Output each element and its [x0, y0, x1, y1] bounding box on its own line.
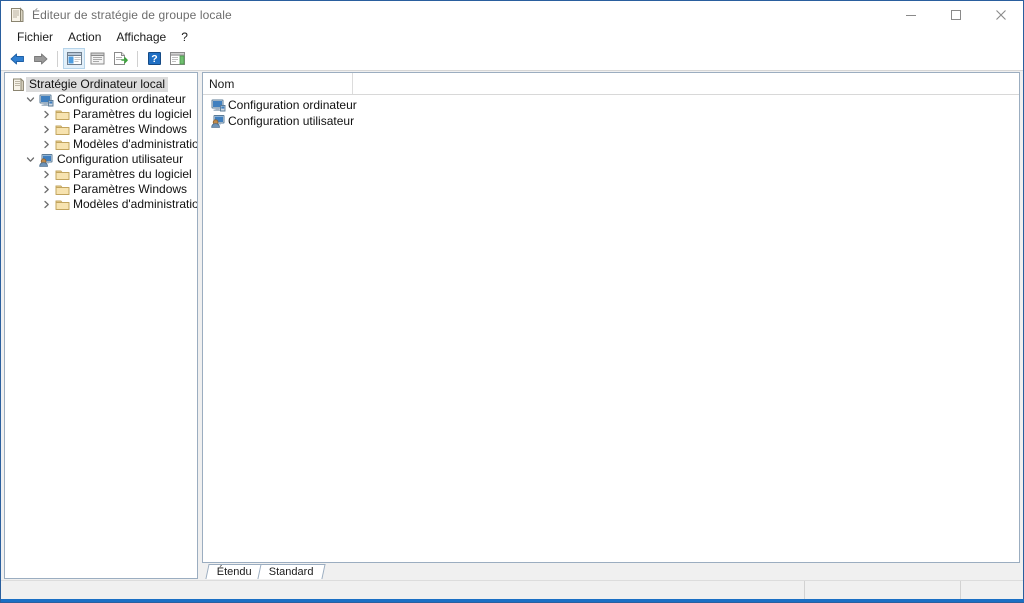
computer-config-icon	[37, 92, 55, 107]
console-tree: Stratégie Ordinateur local Configuration…	[5, 73, 197, 212]
tree-item-label: Configuration utilisateur	[57, 152, 184, 166]
tab-standard[interactable]: Standard	[257, 564, 326, 579]
toolbar-separator	[137, 50, 138, 67]
chevron-right-icon[interactable]	[39, 107, 53, 122]
result-pane: Nom Configuration ordinateur Configurati…	[202, 72, 1020, 579]
tree-item-label: Paramètres Windows	[73, 122, 188, 136]
menu-item-fichier[interactable]: Fichier	[10, 29, 61, 46]
tab-label: Standard	[268, 566, 314, 578]
group-policy-editor-window: Éditeur de stratégie de groupe locale Fi…	[0, 0, 1024, 603]
toolbar-separator	[57, 50, 58, 67]
result-list[interactable]: Nom Configuration ordinateur Configurati…	[202, 72, 1020, 563]
tree-item-label: Paramètres du logiciel	[73, 107, 192, 121]
chevron-right-icon[interactable]	[39, 122, 53, 137]
user-config-icon	[209, 113, 227, 129]
tab-label: Étendu	[216, 566, 252, 578]
tree-item-admin-templates-computer[interactable]: Modèles d'administration	[5, 137, 197, 152]
main-content: Stratégie Ordinateur local Configuration…	[1, 71, 1023, 580]
tree-item-label: Configuration ordinateur	[57, 92, 186, 106]
folder-icon	[53, 137, 71, 152]
list-column-header: Nom	[203, 73, 1019, 95]
toolbar: ?	[1, 47, 1023, 71]
tree-item-computer-configuration[interactable]: Configuration ordinateur	[5, 92, 197, 107]
tree-item-software-settings-user[interactable]: Paramètres du logiciel	[5, 167, 197, 182]
tree-item-label: Stratégie Ordinateur local	[26, 77, 169, 92]
minimize-icon[interactable]	[888, 1, 933, 28]
computer-config-icon	[209, 97, 227, 113]
menu-bar: Fichier Action Affichage ?	[1, 28, 1023, 47]
chevron-right-icon[interactable]	[39, 182, 53, 197]
tree-item-admin-templates-user[interactable]: Modèles d'administration	[5, 197, 197, 212]
desktop-accent-strip	[1, 599, 1024, 602]
caption-button-group	[888, 1, 1023, 28]
folder-icon	[53, 197, 71, 212]
column-header-nom[interactable]: Nom	[203, 73, 353, 94]
title-bar[interactable]: Éditeur de stratégie de groupe locale	[1, 1, 1023, 28]
tree-item-label: Paramètres Windows	[73, 182, 188, 196]
show-hide-tree-icon[interactable]	[63, 48, 85, 69]
tree-item-windows-settings-user[interactable]: Paramètres Windows	[5, 182, 197, 197]
close-icon[interactable]	[978, 1, 1023, 28]
folder-icon	[53, 167, 71, 182]
tree-item-label: Paramètres du logiciel	[73, 167, 192, 181]
tree-item-user-configuration[interactable]: Configuration utilisateur	[5, 152, 197, 167]
help-icon[interactable]: ?	[143, 48, 165, 69]
folder-icon	[53, 182, 71, 197]
policy-document-icon	[9, 6, 25, 23]
list-item-label: Configuration ordinateur	[228, 98, 357, 112]
forward-arrow-icon[interactable]	[29, 48, 51, 69]
chevron-right-icon[interactable]	[39, 137, 53, 152]
folder-icon	[53, 122, 71, 137]
chevron-right-icon[interactable]	[39, 197, 53, 212]
chevron-right-icon[interactable]	[39, 167, 53, 182]
tree-item-label: Modèles d'administration	[73, 137, 198, 151]
menu-item-help[interactable]: ?	[174, 29, 196, 46]
column-header-filler[interactable]	[353, 73, 1019, 94]
list-item[interactable]: Configuration ordinateur	[203, 97, 1019, 113]
properties-icon[interactable]	[86, 48, 108, 69]
list-item-label: Configuration utilisateur	[228, 114, 355, 128]
folder-icon	[53, 107, 71, 122]
view-tabstrip: Étendu Standard	[202, 563, 1020, 579]
chevron-down-icon[interactable]	[23, 152, 37, 167]
tree-item-windows-settings-computer[interactable]: Paramètres Windows	[5, 122, 197, 137]
menu-item-action[interactable]: Action	[61, 29, 109, 46]
tree-item-software-settings-computer[interactable]: Paramètres du logiciel	[5, 107, 197, 122]
tree-item-label: Modèles d'administration	[73, 197, 198, 211]
back-arrow-icon[interactable]	[6, 48, 28, 69]
menu-item-affichage[interactable]: Affichage	[109, 29, 174, 46]
user-config-icon	[37, 152, 55, 167]
show-action-pane-icon[interactable]	[166, 48, 188, 69]
tree-item-local-computer-policy[interactable]: Stratégie Ordinateur local	[5, 77, 197, 92]
tab-etendu[interactable]: Étendu	[205, 564, 264, 579]
list-body: Configuration ordinateur Configuration u…	[203, 95, 1019, 562]
list-item[interactable]: Configuration utilisateur	[203, 113, 1019, 129]
policy-document-icon	[9, 77, 27, 92]
window-title: Éditeur de stratégie de groupe locale	[32, 7, 232, 22]
maximize-icon[interactable]	[933, 1, 978, 28]
export-list-icon[interactable]	[109, 48, 131, 69]
console-tree-pane[interactable]: Stratégie Ordinateur local Configuration…	[4, 72, 198, 579]
chevron-down-icon[interactable]	[23, 92, 37, 107]
svg-text:?: ?	[151, 53, 157, 65]
